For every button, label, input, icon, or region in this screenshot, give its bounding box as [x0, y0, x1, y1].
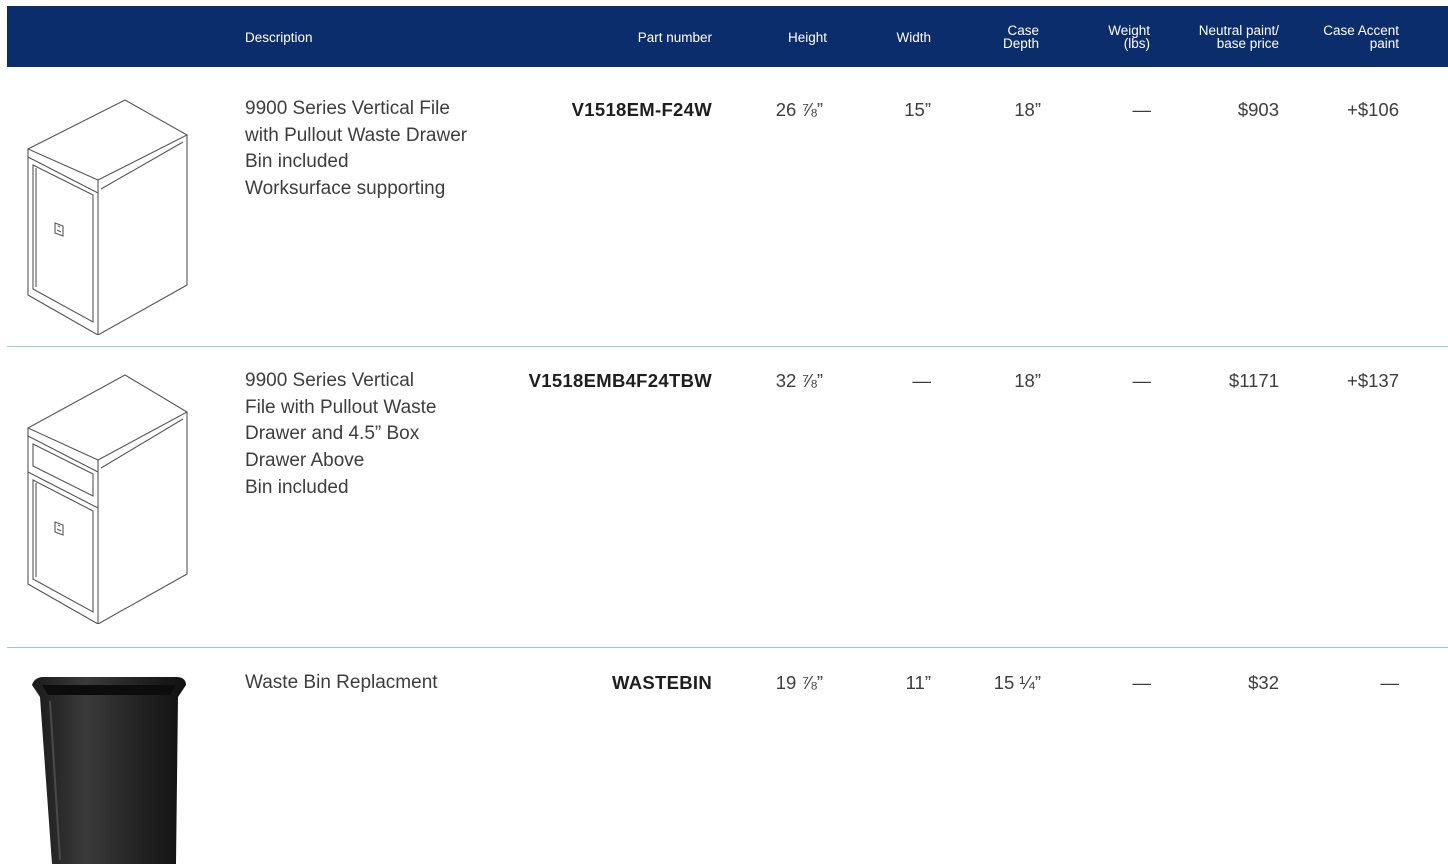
- header-part-number: Part number: [637, 30, 712, 45]
- header-accent-price: Case Accent paint: [1289, 24, 1399, 51]
- width-value: —: [912, 370, 932, 391]
- accent-price-value: —: [1380, 672, 1400, 693]
- row-description: 9900 Series Vertical File with Pullout W…: [245, 368, 495, 502]
- header-height: Height: [787, 30, 827, 45]
- table-row: Waste Bin Replacment WASTEBIN 19 ⅞” 11” …: [0, 648, 1448, 864]
- header-neutral-line2: base price: [1216, 36, 1279, 51]
- header-weight-line2: (lbs): [1123, 36, 1150, 51]
- description-line: Drawer and 4.5” Box: [245, 423, 420, 445]
- description-line: with Pullout Waste Drawer: [245, 124, 468, 146]
- part-number: WASTEBIN: [611, 672, 712, 693]
- weight-value: —: [1132, 370, 1152, 391]
- row-description: Waste Bin Replacment: [245, 670, 495, 697]
- case-depth-value: 18”: [1014, 370, 1041, 391]
- accent-price-value: +$106: [1347, 99, 1399, 120]
- case-depth-value: 18”: [1014, 99, 1041, 120]
- table-row: 9900 Series Vertical File with Pullout W…: [0, 67, 1448, 347]
- description-line: 9900 Series Vertical File: [245, 98, 450, 119]
- height-value: 26 ⅞”: [775, 99, 823, 120]
- case-depth-value: 15 ¼”: [993, 672, 1041, 693]
- header-description: Description: [245, 30, 313, 45]
- weight-value: —: [1132, 672, 1152, 693]
- part-number: V1518EMB4F24TBW: [528, 370, 712, 391]
- part-number: V1518EM-F24W: [571, 99, 712, 120]
- description-line: Drawer Above: [245, 450, 365, 472]
- description-line: Bin included: [245, 151, 349, 173]
- description-line: Worksurface supporting: [245, 178, 446, 200]
- header-neutral-price: Neutral paint/ base price: [1167, 24, 1279, 51]
- table-header: Description Part number Height Width Cas…: [7, 6, 1448, 67]
- header-case-depth-line2: Depth: [1002, 36, 1039, 51]
- row-description: 9900 Series Vertical File with Pullout W…: [245, 96, 495, 203]
- accent-price-value: +$137: [1347, 370, 1399, 391]
- description-line: Waste Bin Replacment: [245, 672, 438, 693]
- neutral-price-value: $1171: [1228, 370, 1279, 391]
- vertical-file-with-box-drawer-icon: [26, 374, 189, 624]
- neutral-price-value: $903: [1237, 99, 1279, 120]
- weight-value: —: [1132, 99, 1152, 120]
- header-weight: Weight (lbs): [1067, 24, 1150, 51]
- width-value: 15”: [904, 99, 931, 120]
- height-value: 19 ⅞”: [775, 672, 823, 693]
- table-row: 9900 Series Vertical File with Pullout W…: [0, 347, 1448, 647]
- header-width: Width: [896, 30, 931, 45]
- description-line: 9900 Series Vertical: [245, 370, 414, 391]
- width-value: 11”: [905, 672, 931, 693]
- vertical-file-cabinet-icon: [26, 99, 189, 335]
- header-accent-line2: paint: [1369, 36, 1399, 51]
- height-value: 32 ⅞”: [775, 370, 823, 391]
- waste-bin-icon: [32, 677, 186, 864]
- description-line: Bin included: [245, 476, 349, 498]
- neutral-price-value: $32: [1248, 672, 1279, 693]
- description-line: File with Pullout Waste: [245, 396, 437, 418]
- header-case-depth: Case Depth: [957, 24, 1039, 51]
